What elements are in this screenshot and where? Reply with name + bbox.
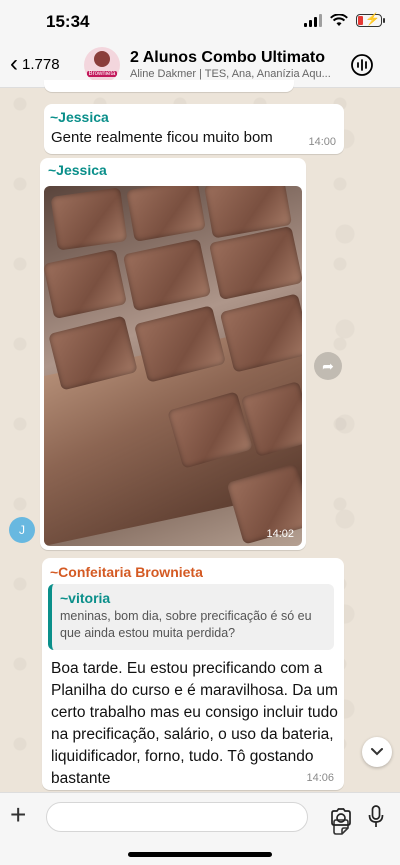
battery-icon: ⚡ bbox=[356, 12, 385, 27]
message-input[interactable] bbox=[46, 802, 349, 835]
image-time: 14:02 bbox=[266, 528, 294, 540]
sender-avatar[interactable]: J bbox=[9, 517, 35, 543]
message-bubble[interactable]: ~Jessica Gente realmente ficou muito bom… bbox=[44, 104, 344, 154]
wifi-icon bbox=[330, 14, 348, 26]
group-avatar[interactable]: Brownieta bbox=[84, 47, 120, 83]
group-name[interactable]: 2 Alunos Combo Ultimato bbox=[130, 49, 325, 67]
image-message-bubble[interactable]: ~Jessica 14:02 bbox=[40, 158, 306, 550]
message-time: 14:06 bbox=[306, 772, 334, 784]
microphone-icon[interactable] bbox=[368, 805, 384, 829]
avatar-badge: Brownieta bbox=[86, 71, 118, 77]
quoted-message[interactable]: ~vitoria meninas, bom dia, sobre precifi… bbox=[48, 584, 334, 650]
message-sender[interactable]: ~Jessica bbox=[48, 162, 107, 178]
group-members[interactable]: Aline Dakmer | TES, Ana, Ananízia Aqu... bbox=[130, 68, 340, 80]
quoted-text: meninas, bom dia, sobre precificação é s… bbox=[60, 609, 312, 640]
scroll-to-bottom-button[interactable] bbox=[362, 737, 392, 767]
forward-button[interactable]: ➦ bbox=[314, 352, 342, 380]
status-bar: 15:34 ⚡ bbox=[0, 0, 400, 44]
back-button[interactable]: ‹ 1.778 bbox=[10, 52, 60, 76]
status-icons: ⚡ bbox=[304, 12, 385, 27]
reply-message-bubble[interactable]: ~Confeitaria Brownieta ~vitoria meninas,… bbox=[42, 558, 344, 790]
plus-icon[interactable]: + bbox=[10, 801, 26, 829]
chevron-down-icon bbox=[371, 748, 383, 756]
home-indicator bbox=[128, 852, 272, 857]
partial-message bbox=[44, 80, 294, 92]
signal-icon bbox=[304, 14, 322, 27]
status-time: 15:34 bbox=[46, 12, 90, 31]
brownie-photo[interactable]: 14:02 bbox=[44, 186, 302, 546]
message-text: Boa tarde. Eu estou precificando com a P… bbox=[51, 660, 338, 787]
forward-icon: ➦ bbox=[322, 357, 334, 374]
message-sender[interactable]: ~Jessica bbox=[50, 109, 109, 125]
message-text: Gente realmente ficou muito bom bbox=[51, 129, 273, 146]
message-time: 14:00 bbox=[308, 136, 336, 148]
chevron-left-icon: ‹ bbox=[10, 50, 18, 77]
camera-icon[interactable] bbox=[330, 807, 352, 827]
unread-count: 1.778 bbox=[22, 55, 60, 73]
call-waveform-icon[interactable] bbox=[350, 53, 374, 77]
quoted-sender: ~vitoria bbox=[60, 590, 111, 606]
message-sender[interactable]: ~Confeitaria Brownieta bbox=[50, 564, 203, 580]
